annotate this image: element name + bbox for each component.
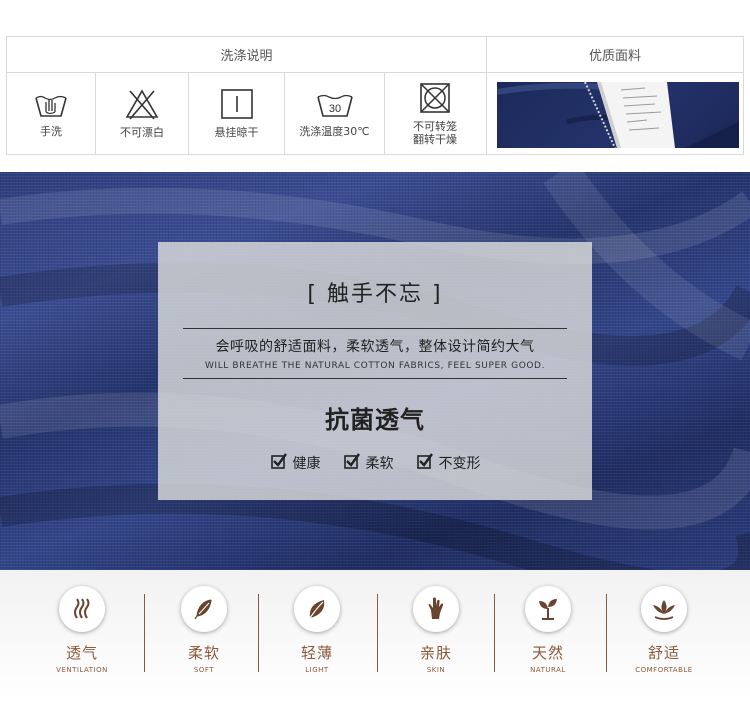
panel-title: [ 触手不忘 ] — [307, 282, 443, 307]
hand-icon — [413, 586, 459, 632]
wash-temperature: 30 — [328, 103, 340, 115]
panel-headline: 抗菌透气 — [325, 406, 425, 434]
care-header: 洗涤说明 — [7, 37, 487, 73]
care-item-hand-wash: 手洗 — [7, 73, 96, 154]
feature-subtitle: COMFORTABLE — [635, 666, 693, 674]
hang-dry-icon — [220, 88, 254, 120]
hand-wash-icon — [33, 89, 69, 119]
care-label: 悬挂晾干 — [214, 126, 259, 139]
no-tumble-dry-icon — [418, 82, 452, 114]
fabric-tag-illustration — [497, 82, 739, 148]
feature-subtitle: SOFT — [193, 666, 215, 674]
feature-icons-row: 透气 VENTILATION 柔软 SOFT 轻薄 LIGHT 亲肤 SKIN … — [0, 570, 750, 702]
feature-light: 轻薄 LIGHT — [262, 586, 372, 674]
feature-divider — [258, 594, 259, 672]
checkbox-checked-icon — [270, 452, 288, 474]
care-label: 手洗 — [40, 125, 62, 138]
check-item: 柔软 — [343, 452, 394, 474]
leaf-icon — [294, 586, 340, 632]
feature-divider — [144, 594, 145, 672]
ventilation-icon — [59, 586, 105, 632]
feature-divider — [377, 594, 378, 672]
feature-subtitle: LIGHT — [305, 666, 329, 674]
care-label: 不可转笼 翻转干燥 — [413, 120, 457, 146]
feature-natural: 天然 NATURAL — [493, 586, 603, 674]
fabric-texture-band: [ 触手不忘 ] 会呼吸的舒适面料，柔软透气，整体设计简约大气 WILL BRE… — [0, 172, 750, 570]
panel-divider-top — [183, 328, 567, 329]
care-label-line2: 翻转干燥 — [413, 132, 457, 146]
feature-ventilation: 透气 VENTILATION — [27, 586, 137, 674]
feature-subtitle: SKIN — [426, 666, 446, 674]
feature-title: 柔软 — [187, 644, 220, 662]
feature-panel: [ 触手不忘 ] 会呼吸的舒适面料，柔软透气，整体设计简约大气 WILL BRE… — [158, 242, 592, 500]
feature-title: 天然 — [531, 644, 564, 662]
feature-title: 亲肤 — [419, 644, 452, 662]
feature-title: 透气 — [65, 644, 98, 662]
feather-icon — [181, 586, 227, 632]
care-symbols-row: 手洗 不可漂白 悬挂晾干 30 洗涤温度30℃ 不可转笼 翻转干燥 — [7, 73, 487, 154]
sprout-icon — [525, 586, 571, 632]
lotus-icon — [641, 586, 687, 632]
care-item-wash-30: 30 洗涤温度30℃ — [285, 73, 385, 154]
fabric-header: 优质面料 — [487, 37, 743, 73]
panel-divider-bottom — [183, 378, 567, 379]
care-instructions-table: 洗涤说明 优质面料 手洗 不可漂白 悬挂晾干 30 洗涤温度30℃ 不可转笼 翻… — [6, 36, 744, 155]
panel-description-en: WILL BREATHE THE NATURAL COTTON FABRICS,… — [204, 361, 546, 371]
care-item-hang-dry: 悬挂晾干 — [189, 73, 285, 154]
fabric-tag-photo — [497, 82, 739, 148]
feature-skin: 亲肤 SKIN — [381, 586, 491, 674]
check-item: 健康 — [270, 452, 321, 474]
feature-divider — [606, 594, 607, 672]
feature-title: 舒适 — [647, 644, 680, 662]
panel-description-zh: 会呼吸的舒适面料，柔软透气，整体设计简约大气 — [215, 339, 535, 355]
feature-soft: 柔软 SOFT — [149, 586, 259, 674]
feature-comfortable: 舒适 COMFORTABLE — [609, 586, 719, 674]
feature-title: 轻薄 — [300, 644, 333, 662]
check-label: 柔软 — [365, 456, 394, 472]
care-label: 不可漂白 — [120, 126, 164, 139]
feature-subtitle: NATURAL — [530, 666, 566, 674]
feature-subtitle: VENTILATION — [56, 666, 108, 674]
wash-30-icon: 30 — [315, 89, 355, 119]
check-item: 不变形 — [416, 452, 481, 474]
care-item-no-tumble-dry: 不可转笼 翻转干燥 — [385, 73, 485, 154]
check-label: 不变形 — [438, 456, 481, 472]
checkbox-checked-icon — [416, 452, 434, 474]
care-item-no-bleach: 不可漂白 — [96, 73, 189, 154]
no-bleach-icon — [124, 88, 160, 120]
checkbox-checked-icon — [343, 452, 361, 474]
panel-checklist: 健康 柔软 不变形 — [158, 452, 592, 474]
check-label: 健康 — [292, 456, 321, 472]
care-label-line1: 不可转笼 — [413, 119, 457, 133]
care-label: 洗涤温度30℃ — [299, 125, 370, 138]
